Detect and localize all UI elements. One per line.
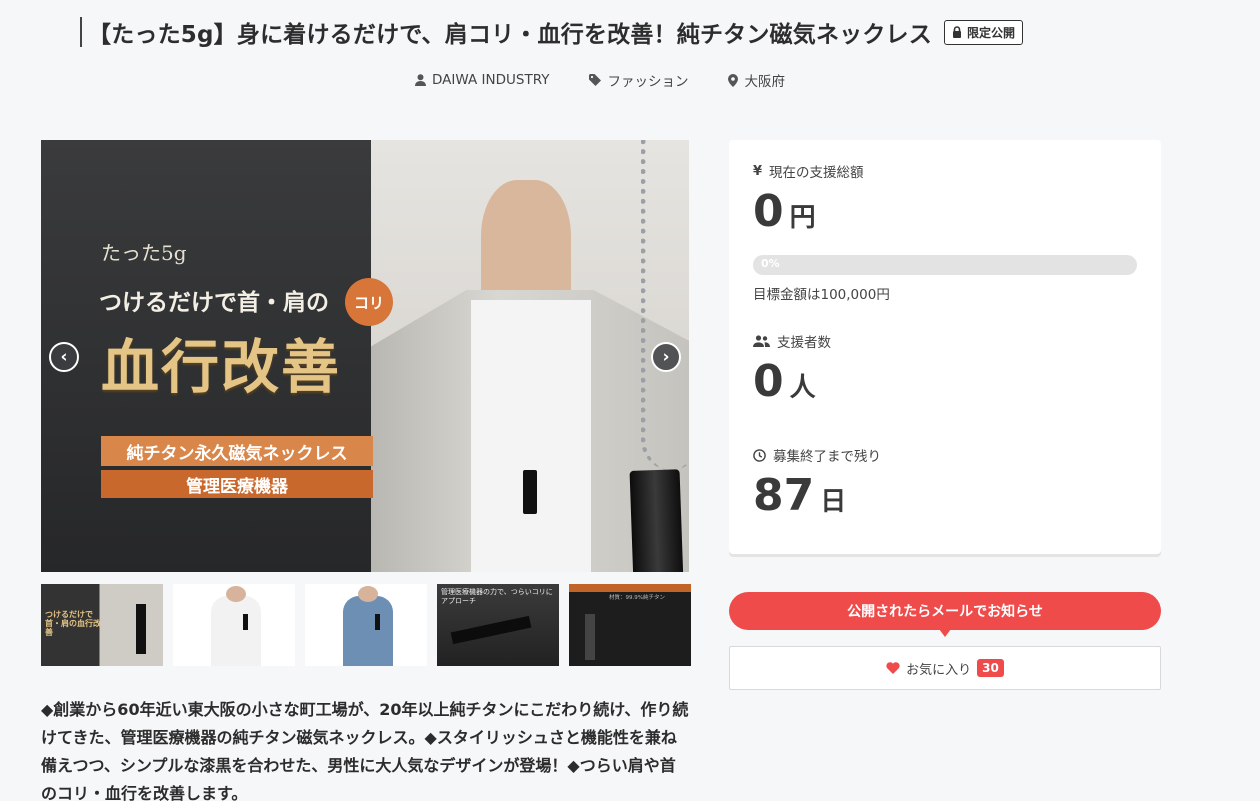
title-accent-bar	[80, 17, 82, 47]
thumbnail-model	[211, 596, 261, 666]
thumbnail-pendant	[450, 615, 532, 645]
funding-progress-percent: 0%	[761, 257, 780, 270]
owner-name: DAIWA INDUSTRY	[432, 72, 550, 88]
thumbnail-pendant	[375, 614, 380, 630]
thumbnail-model	[343, 596, 393, 666]
category-name: ファッション	[607, 74, 689, 90]
remaining-label-text: 募集終了まで残り	[773, 449, 881, 465]
remaining-number: 87	[753, 470, 815, 521]
thumbnail-pendant	[136, 604, 146, 654]
visibility-badge-label: 限定公開	[966, 25, 1015, 40]
remaining-label: 募集終了まで残り	[753, 445, 881, 465]
user-icon	[415, 74, 427, 86]
total-amount-number: 0	[753, 186, 784, 237]
thumbnail-2[interactable]	[173, 584, 295, 666]
necklace-pendant	[629, 469, 687, 572]
thumbnail-model-head	[358, 586, 378, 602]
category-link[interactable]: ファッション	[589, 70, 688, 90]
yen-icon: ¥	[753, 163, 763, 179]
thumbnail-text: 管理医療機器の力で、つらいコリにアプローチ	[441, 588, 553, 605]
thumbnail-1[interactable]: つけるだけで首・肩の血行改善	[41, 584, 163, 666]
small-pendant	[523, 470, 537, 514]
remaining-value: 87 日	[753, 470, 846, 521]
thumbnail-label-bar	[569, 584, 691, 592]
thumbnail-pendant	[585, 614, 595, 660]
favorite-button[interactable]: お気に入り 30	[729, 646, 1161, 690]
image-text-certification: 管理医療機器	[101, 470, 373, 498]
image-text-subline: つけるだけで首・肩の	[99, 289, 329, 316]
tag-icon	[589, 74, 602, 86]
chevron-right-icon: ›	[662, 347, 670, 367]
thumbnail-model-head	[226, 586, 246, 602]
total-amount-label-text: 現在の支援総額	[769, 165, 864, 181]
image-text-badge: コリ	[345, 278, 393, 326]
project-meta: DAIWA INDUSTRY ファッション 大阪府	[0, 70, 1200, 90]
total-amount-label: ¥ 現在の支援総額	[753, 161, 864, 182]
carousel-next-button[interactable]: ›	[651, 342, 681, 372]
notify-button-pointer	[939, 629, 951, 637]
users-icon	[753, 335, 770, 347]
chevron-left-icon: ‹	[60, 347, 68, 367]
total-amount-value: 0円	[753, 186, 816, 237]
favorite-label: お気に入り	[906, 662, 972, 678]
thumbnail-5[interactable]: 材質：99.9%純チタン	[569, 584, 691, 666]
favorite-count-badge: 30	[977, 659, 1004, 677]
supporters-value: 0人	[753, 356, 816, 407]
location-name: 大阪府	[744, 74, 785, 90]
lock-icon	[952, 26, 961, 38]
visibility-badge: 限定公開	[943, 19, 1023, 45]
title-row: 【たった5g】身に着けるだけで、肩コリ・血行を改善！純チタン磁気ネックレス 限定…	[80, 16, 1023, 48]
thumbnail-text: 材質：99.9%純チタン	[609, 595, 665, 601]
image-text-product: 純チタン永久磁気ネックレス	[101, 436, 373, 466]
model-tshirt	[471, 300, 591, 572]
supporters-number: 0	[753, 356, 784, 407]
thumbnail-strip: つけるだけで首・肩の血行改善 管理医療機器の力で、つらいコリにアプローチ 材質：…	[41, 584, 691, 666]
funding-stats-card: ¥ 現在の支援総額 0円 0% 目標金額は100,000円 支援者数 0人 募集…	[729, 140, 1161, 554]
necklace-chain	[641, 140, 689, 470]
map-pin-icon	[728, 73, 739, 87]
carousel-prev-button[interactable]: ‹	[49, 342, 79, 372]
supporters-label-text: 支援者数	[777, 335, 831, 351]
goal-amount: 目標金額は100,000円	[753, 287, 890, 303]
total-amount-unit: 円	[789, 203, 816, 233]
location-link[interactable]: 大阪府	[728, 70, 785, 90]
thumbnail-text: つけるだけで首・肩の血行改善	[45, 610, 101, 637]
project-description: ◆創業から60年近い東大阪の小さな町工場が、20年以上純チタンにこだわり続け、作…	[41, 700, 689, 801]
clock-icon	[753, 448, 766, 462]
supporters-unit: 人	[789, 373, 816, 403]
main-product-image[interactable]: たった5g つけるだけで首・肩の コリ 血行改善 純チタン永久磁気ネックレス 管…	[41, 140, 689, 572]
remaining-unit: 日	[820, 487, 847, 517]
image-text-weight: たった5g	[101, 241, 187, 265]
owner-link[interactable]: DAIWA INDUSTRY	[415, 70, 549, 90]
funding-progress-bar: 0%	[753, 255, 1137, 275]
heart-icon	[886, 662, 900, 674]
thumbnail-3[interactable]	[305, 584, 427, 666]
thumbnail-4[interactable]: 管理医療機器の力で、つらいコリにアプローチ	[437, 584, 559, 666]
project-title: 【たった5g】身に着けるだけで、肩コリ・血行を改善！純チタン磁気ネックレス	[88, 22, 932, 48]
notify-when-public-button[interactable]: 公開されたらメールでお知らせ	[729, 592, 1161, 630]
thumbnail-pendant	[243, 614, 248, 630]
image-text-headline: 血行改善	[101, 333, 342, 401]
supporters-label: 支援者数	[753, 331, 831, 351]
